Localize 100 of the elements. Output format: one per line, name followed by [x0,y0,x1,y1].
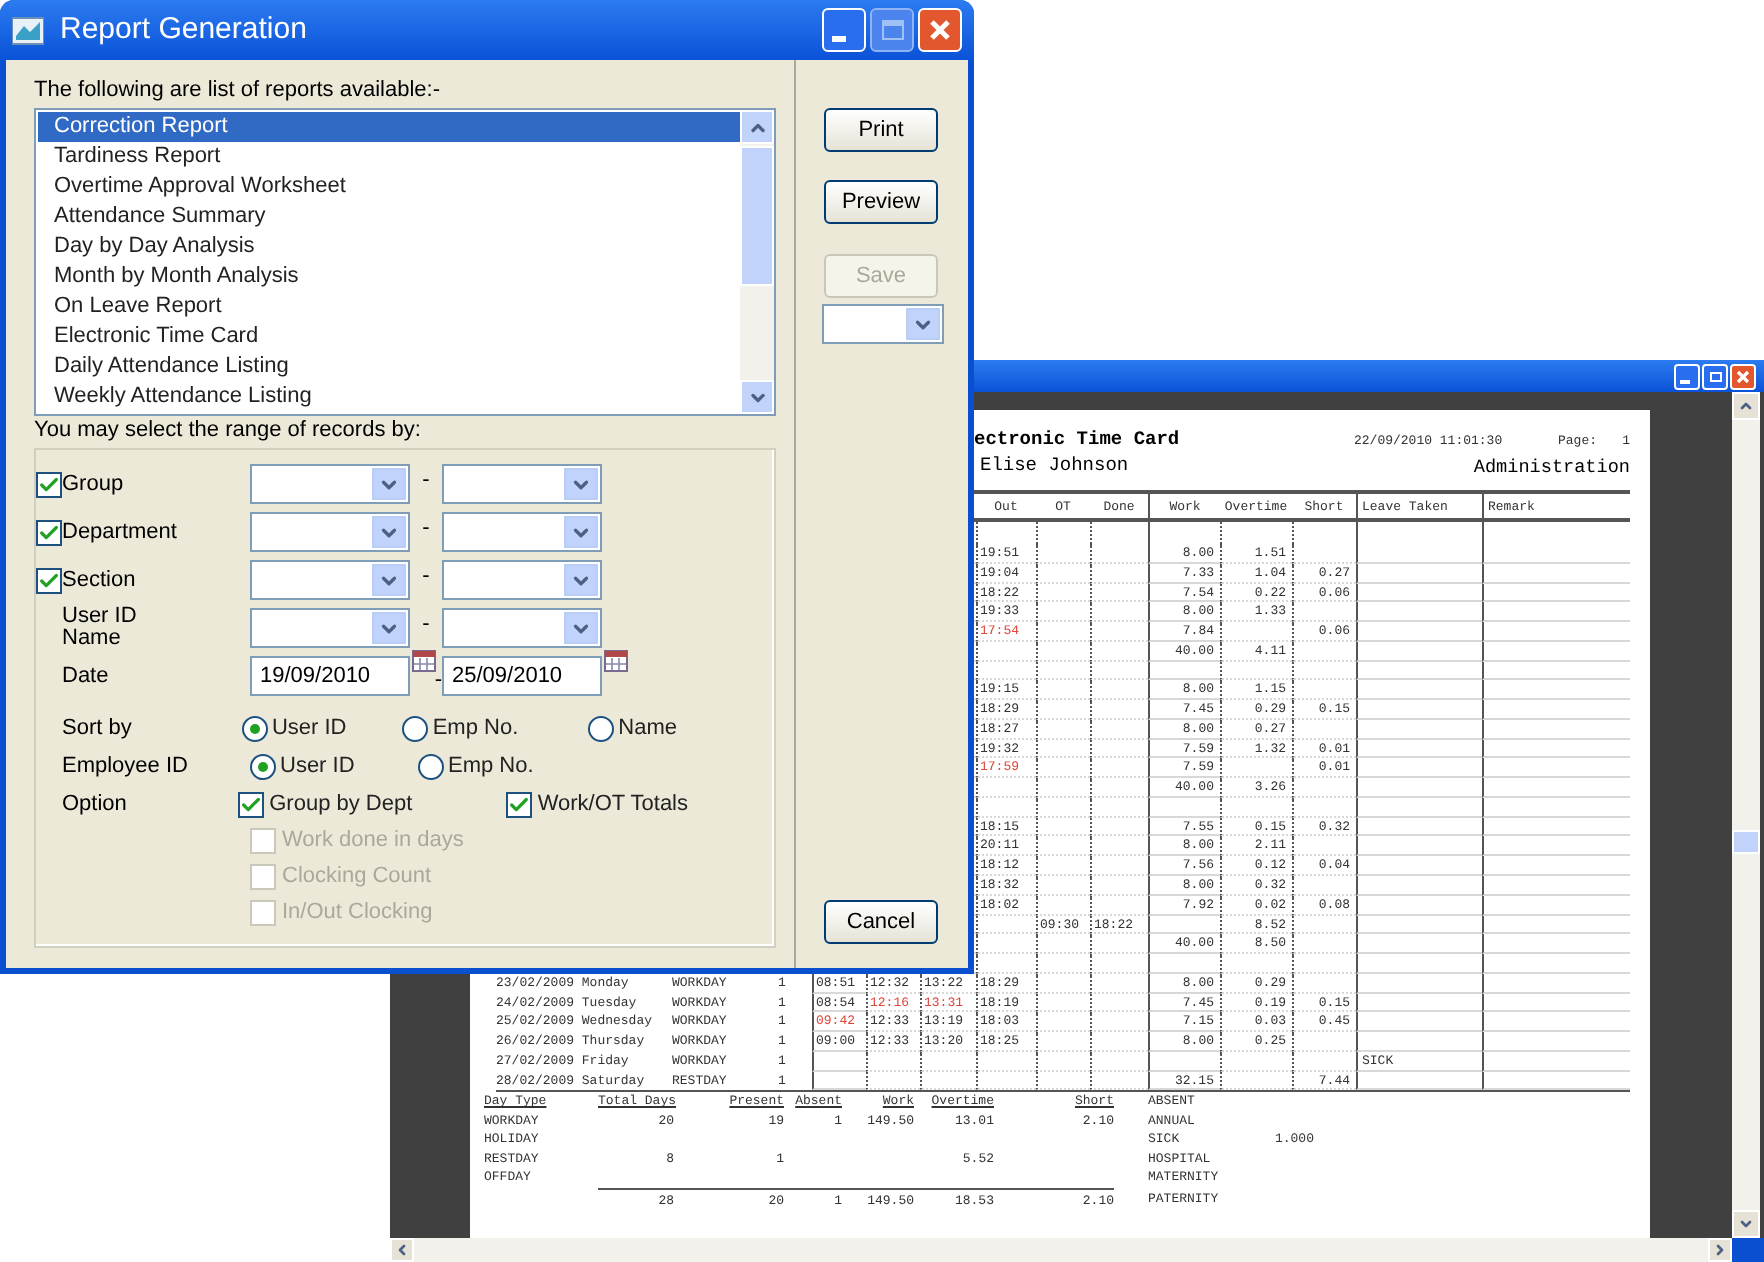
table-cell [1356,622,1482,642]
table-cell [1292,602,1356,623]
dropdown-arrow-button[interactable] [564,564,598,596]
dropdown-arrow-button[interactable] [564,612,598,644]
dropdown-arrow-button[interactable] [372,564,406,596]
table-cell [1036,1012,1090,1033]
dropdown-arrow-button[interactable] [564,468,598,500]
table-cell [1090,1071,1148,1091]
chevron-right-icon [1712,1242,1728,1258]
dropdown-field[interactable] [442,512,602,552]
window-title: Report Generation [60,9,307,50]
dropdown-arrow-button[interactable] [372,516,406,548]
report-list-item[interactable]: Daily Attendance Listing [38,352,740,382]
dropdown-arrow-button[interactable] [372,468,406,500]
minimize-button[interactable] [1674,363,1700,389]
dropdown-field[interactable] [250,560,410,600]
table-cell [1090,836,1148,857]
checkbox[interactable] [237,791,264,817]
table-cell [1090,797,1148,818]
dropdown-field[interactable] [250,464,410,504]
field-label: Group [62,473,126,495]
dropdown-arrow-button[interactable] [906,308,940,340]
report-list-item[interactable]: Weekly Attendance Listing [38,382,740,412]
table-cell [866,1071,920,1091]
radio-button[interactable] [402,716,429,742]
checkbox[interactable] [505,791,532,817]
report-list-item[interactable]: Electronic Time Card [38,322,740,352]
table-cell [1036,602,1090,623]
radio-button[interactable] [241,716,268,742]
calendar-icon[interactable] [604,650,628,672]
close-button[interactable] [1730,363,1756,389]
dropdown-field[interactable] [442,560,602,600]
date-field[interactable]: 25/09/2010 [442,656,602,696]
radio-label: Name [618,714,678,745]
dropdown-field[interactable] [250,608,410,648]
report-list-item[interactable]: On Leave Report [38,292,740,322]
checkbox[interactable] [36,519,62,545]
minimize-button[interactable] [822,8,866,52]
close-icon [928,18,952,42]
scroll-up-button[interactable] [740,110,774,144]
close-icon [1736,369,1750,383]
dropdown-arrow-button[interactable] [564,516,598,548]
table-cell [1148,797,1220,818]
chevron-left-icon [394,1242,410,1258]
radio-button[interactable] [250,754,276,780]
table-cell [1090,680,1148,701]
field-label: Sort by [62,714,134,745]
scroll-left-button[interactable] [390,1238,414,1262]
table-cell [1292,797,1356,818]
date-field[interactable]: 19/09/2010 [250,656,410,696]
dialog-button[interactable]: Cancel [824,900,938,944]
close-button[interactable] [918,8,962,52]
radio-button[interactable] [588,716,615,742]
table-cell [1036,739,1090,759]
report-list[interactable] [34,108,776,416]
scroll-up-button[interactable] [1732,392,1760,420]
table-cell [1036,817,1090,837]
horizontal-scrollbar[interactable] [390,1238,1732,1262]
report-list-item[interactable]: Month by Month Analysis [38,262,740,292]
table-cell [920,1071,976,1091]
table-cell [1090,856,1148,877]
scroll-right-button[interactable] [1708,1238,1732,1262]
dialog-button[interactable]: Print [824,108,938,152]
table-cell [1036,544,1090,564]
dropdown-field[interactable] [442,608,602,648]
report-list-item[interactable]: Tardiness Report [38,142,740,172]
report-list-item[interactable]: Overtime Approval Worksheet [38,172,740,202]
vertical-scrollbar[interactable] [1732,392,1760,1238]
table-cell [1356,934,1482,955]
scroll-down-button[interactable] [1732,1210,1760,1238]
table-cell [1292,1051,1356,1072]
table-cell [1356,954,1482,974]
scroll-down-button[interactable] [740,380,774,414]
dialog-button[interactable]: Preview [824,180,938,224]
radio-button[interactable] [418,754,444,780]
table-cell [1036,934,1090,955]
scrollbar[interactable] [740,110,774,414]
table-cell [976,797,1036,818]
scroll-thumb[interactable] [1732,830,1760,854]
format-dropdown[interactable] [822,304,944,344]
checkbox[interactable] [36,471,62,497]
report-list-item[interactable]: Day by Day Analysis [38,232,740,262]
checkbox[interactable] [36,567,62,593]
table-cell [1220,622,1292,642]
range-dash: - [422,562,430,592]
report-list-item[interactable]: Correction Report [38,112,740,142]
table-cell [1090,544,1148,564]
report-list-item[interactable]: Attendance Summary [38,202,740,232]
restore-button[interactable] [1702,363,1728,389]
dropdown-arrow-button[interactable] [372,612,406,644]
dropdown-field[interactable] [442,464,602,504]
table-cell [1036,680,1090,701]
table-cell [1148,915,1220,935]
table-cell [1090,973,1148,994]
dropdown-field[interactable] [250,512,410,552]
scroll-thumb[interactable] [740,146,774,286]
calendar-icon[interactable] [412,650,436,672]
table-cell [1292,661,1356,681]
range-dash: - [422,466,430,496]
table-cell [920,1051,976,1072]
